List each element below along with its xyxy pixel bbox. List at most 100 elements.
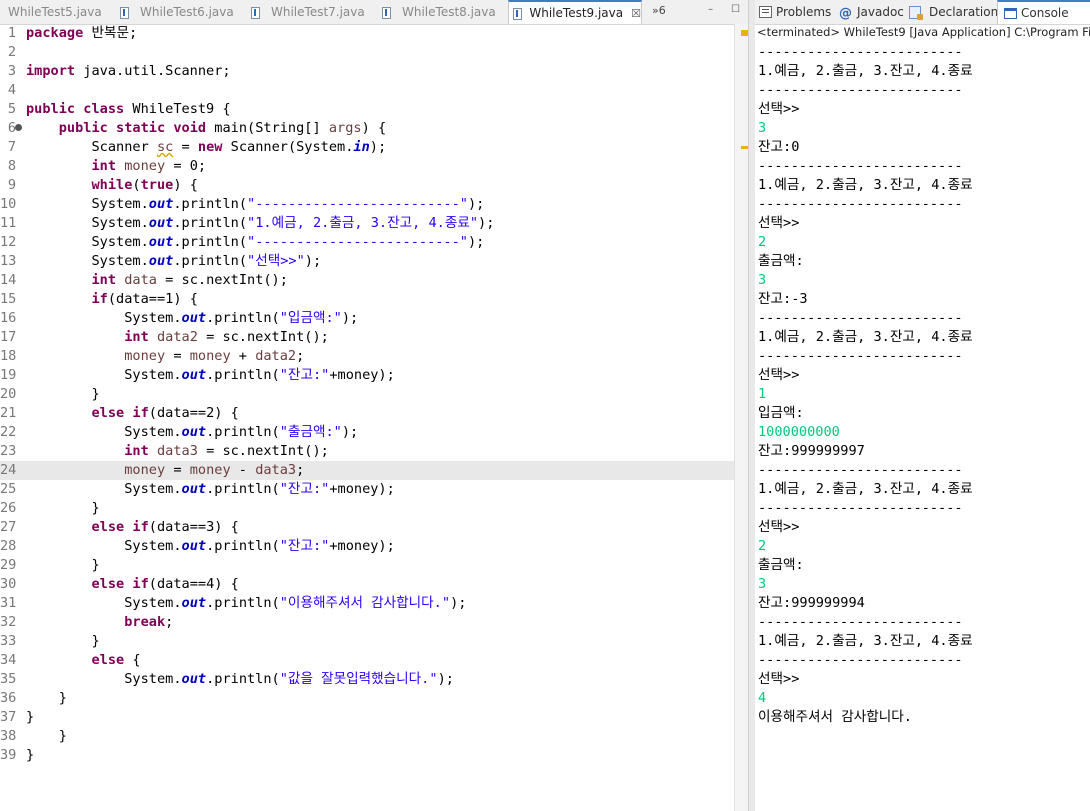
tab-overflow-button[interactable]: »6: [652, 4, 666, 17]
code-line: 27 else if(data==3) {: [0, 518, 734, 537]
line-number: 37: [0, 709, 17, 725]
code-line: 13 System.out.println("선택>>");: [0, 252, 734, 271]
tab-label: Console: [1021, 6, 1069, 20]
warning-marker-icon[interactable]: [741, 30, 748, 36]
maximize-icon[interactable]: ☐: [731, 5, 741, 15]
code-text: }: [58, 728, 67, 744]
console-output-line: 출금액:: [758, 557, 804, 573]
code-text: System.out.println("이용해주셔서 감사합니다.");: [124, 595, 467, 611]
code-text: break;: [124, 614, 174, 630]
code-line: 1 package 반복문;: [0, 24, 734, 43]
line-number: 33: [0, 633, 17, 649]
code-text: else if(data==2) {: [91, 405, 239, 421]
console-output-line: 잔고:-3: [758, 291, 808, 307]
code-line: 25 System.out.println("잔고:"+money);: [0, 480, 734, 499]
line-number: 1: [7, 25, 16, 41]
code-text: money = money - data3;: [124, 462, 305, 478]
code-text: }: [26, 709, 35, 725]
code-line: 19 System.out.println("잔고:"+money);: [0, 366, 734, 385]
line-number: 34: [0, 652, 17, 668]
line-number: 36: [0, 690, 17, 706]
code-line: 10 System.out.println("-----------------…: [0, 195, 734, 214]
tab-label: WhileTest9.java: [529, 6, 624, 20]
line-number: 35: [0, 671, 17, 687]
tab-whiletest8[interactable]: WhileTest8.java: [378, 0, 508, 24]
console-output-line: -------------------------: [758, 310, 963, 326]
code-line: 26 }: [0, 499, 734, 518]
code-text: System.out.println("잔고:"+money);: [124, 538, 395, 554]
line-number: 14: [0, 272, 17, 288]
code-text: int data3 = sc.nextInt();: [124, 443, 329, 459]
console-output-line: 1.예금, 2.출금, 3.잔고, 4.종료: [758, 633, 973, 649]
console-output-line: 1.예금, 2.출금, 3.잔고, 4.종료: [758, 63, 973, 79]
console-output-line: 선택>>: [758, 367, 800, 383]
code-text: else {: [91, 652, 141, 668]
code-text: money = money + data2;: [124, 348, 305, 364]
code-text: public class WhileTest9 {: [26, 101, 231, 117]
line-number: 19: [0, 367, 17, 383]
console-input-line: 2: [758, 538, 767, 554]
code-line: 28 System.out.println("잔고:"+money);: [0, 537, 734, 556]
minimize-icon[interactable]: –: [708, 5, 718, 15]
code-line: 29 }: [0, 556, 734, 575]
code-line: 22 System.out.println("출금액:");: [0, 423, 734, 442]
code-text: System.out.println("--------------------…: [91, 234, 485, 250]
console-input-line: 1: [758, 386, 767, 402]
console-output-line: -------------------------: [758, 44, 963, 60]
tab-label: WhileTest6.java: [140, 5, 234, 19]
tab-javadoc[interactable]: @ Javadoc: [839, 0, 904, 24]
tab-console[interactable]: Console: [997, 0, 1090, 24]
fold-toggle-icon[interactable]: [15, 124, 22, 131]
console-input-line: 4: [758, 690, 767, 706]
code-text: int data = sc.nextInt();: [91, 272, 288, 288]
code-editor[interactable]: WhileTest5.java WhileTest6.java WhileTes…: [0, 0, 749, 811]
code-line: 31 System.out.println("이용해주셔서 감사합니다.");: [0, 594, 734, 613]
line-number: 23: [0, 443, 17, 459]
code-text: public static void main(String[] args) {: [58, 120, 387, 136]
line-number: 17: [0, 329, 17, 345]
line-number: 31: [0, 595, 17, 611]
code-line: 8 int money = 0;: [0, 157, 734, 176]
console-output-line: -------------------------: [758, 82, 963, 98]
console-output-line: -------------------------: [758, 614, 963, 630]
code-text: System.out.println("--------------------…: [91, 196, 485, 212]
console-output-line: 선택>>: [758, 215, 800, 231]
tab-whiletest6[interactable]: WhileTest6.java: [116, 0, 246, 24]
code-line: 14 int data = sc.nextInt();: [0, 271, 734, 290]
console-output-line: -------------------------: [758, 158, 963, 174]
line-number: 28: [0, 538, 17, 554]
code-text: }: [91, 557, 100, 573]
console-input-line: 3: [758, 272, 767, 288]
tab-whiletest7[interactable]: WhileTest7.java: [247, 0, 377, 24]
editor-vertical-scrollbar[interactable]: [734, 24, 749, 811]
line-number: 21: [0, 405, 17, 421]
warning-marker-icon[interactable]: [741, 146, 748, 149]
line-number: 38: [0, 728, 17, 744]
code-text: }: [91, 386, 100, 402]
line-number: 10: [0, 196, 17, 212]
line-number: 24: [0, 462, 17, 478]
console-view: Problems @ Javadoc Declaration Console <…: [755, 0, 1090, 811]
tab-problems[interactable]: Problems: [759, 0, 831, 24]
console-output-line: 잔고:999999997: [758, 443, 865, 459]
tab-whiletest9[interactable]: WhileTest9.java ☒: [508, 0, 642, 24]
tab-declaration[interactable]: Declaration: [909, 0, 998, 24]
code-line: 38 }: [0, 727, 734, 746]
code-area[interactable]: 1 package 반복문; 2 3 import java.util.Scanne…: [0, 24, 748, 811]
console-output-line: -------------------------: [758, 348, 963, 364]
code-line: 37}: [0, 708, 734, 727]
java-file-icon: [251, 6, 260, 19]
close-icon[interactable]: ☒: [631, 7, 641, 20]
code-line: 18 money = money + data2;: [0, 347, 734, 366]
code-text: System.out.println("잔고:"+money);: [124, 367, 395, 383]
code-line: 4: [0, 81, 734, 100]
console-output-line: 선택>>: [758, 519, 800, 535]
tab-whiletest5[interactable]: WhileTest5.java: [0, 0, 115, 24]
java-file-icon: [382, 6, 391, 19]
code-text: }: [91, 633, 100, 649]
console-input-line: 3: [758, 576, 767, 592]
code-text: System.out.println("선택>>");: [91, 253, 322, 269]
console-status: <terminated> WhileTest9 [Java Applicatio…: [757, 25, 1090, 39]
tab-label: WhileTest5.java: [8, 5, 102, 19]
line-number: 32: [0, 614, 17, 630]
